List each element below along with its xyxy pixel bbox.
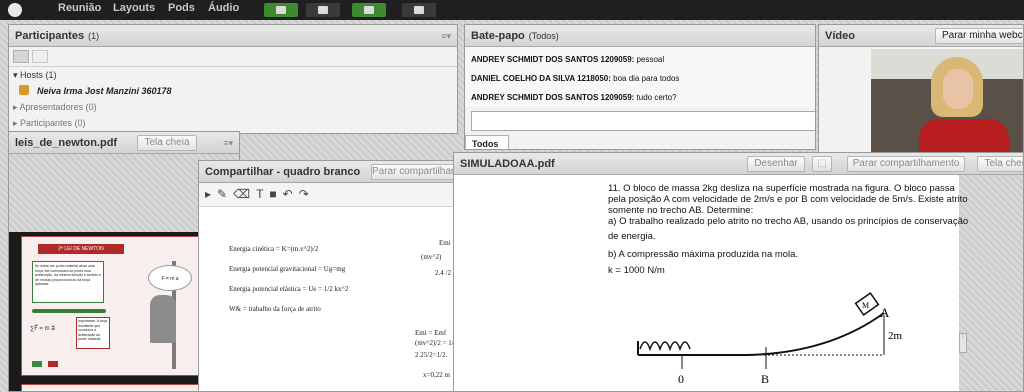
whiteboard-title: Compartilhar - quadro branco Parar compa… [199,161,459,183]
video-pod: Vídeo Parar minha webcam [818,24,1024,154]
attendee-view-icon[interactable] [32,50,49,63]
chat-title: Bate-papo (Todos) [465,25,815,47]
block-label: M [862,301,869,310]
microphone-button[interactable] [264,3,298,17]
stop-webcam-button[interactable]: Parar minha webcam [935,28,1023,44]
whiteboard-calc: 2.25/2=1/2. [415,351,448,359]
slide-formula: ∑F⃗ = m a⃗ [30,326,55,332]
menu-meeting[interactable]: Reunião [58,2,101,14]
chat-message: ANDREY SCHMIDT DOS SANTOS 1209059: pesso… [471,55,665,64]
chat-input[interactable] [471,111,815,131]
participants-pod: Participantes (1) ≡▾ ▾ Hosts (1) Neiva Ir… [8,24,458,134]
question-line: somente no trecho AB. Determine: [608,205,754,216]
slide-page: 2ª LEI DE NEWTON Se sobre um ponto mater… [21,236,201,376]
participants-toolbar [9,47,457,67]
newton-portrait-image [150,295,176,343]
whiteboard-line: Energia potencial elástica = Ue = 1/2 kx… [229,285,349,293]
question-line: a) O trabalho realizado pelo atrito no t… [608,216,969,227]
newton-options-icon[interactable]: ≡▾ [223,132,233,154]
whiteboard-stop-button[interactable]: Parar compartilhamento [371,164,459,180]
speaker-icon [318,6,328,14]
audio-button[interactable] [306,3,340,17]
select-tool-icon[interactable]: ▸ [205,187,217,201]
screen-icon [414,6,424,14]
simulado-stop-button[interactable]: Parar compartilhamento [847,156,965,172]
menu-audio[interactable]: Áudio [208,2,239,14]
question-line: b) A compressão máxima produzida na mola… [608,249,799,260]
whiteboard-line: Energia potencial gravitacional = Ug=mg [229,265,346,273]
whiteboard-calc: x=0,22 m [423,371,450,379]
slide-heading: 2ª LEI DE NEWTON [38,244,124,254]
slide-force-arrow [32,309,106,313]
slide-important-box: Importante: A força resultante que comun… [76,317,110,349]
video-title: Vídeo Parar minha webcam [819,25,1023,47]
pointer-icon: ⬚ [817,158,827,169]
point-b-label: B [761,372,769,386]
height-label: 2m [888,330,903,342]
simulado-page: 11. O bloco de massa 2kg desliza na supe… [454,175,968,391]
microphone-icon [276,6,286,14]
host-row[interactable]: Neiva Irma Jost Manzini 360178 [9,83,457,99]
presenters-group[interactable]: ▸ Apresentadores (0) [9,99,457,115]
question-line: pela posição A com velocidade de 2m/s e … [608,194,968,205]
menu-pods[interactable]: Pods [168,2,195,14]
eraser-tool-icon[interactable]: ⌫ [233,187,256,201]
redo-icon[interactable]: ↷ [299,187,315,201]
simulado-pdf-pod: SIMULADOAA.pdf Desenhar ⬚ Parar comparti… [453,152,1024,392]
slide-definition-box: Se sobre um ponto material atuar uma for… [32,261,104,303]
whiteboard-pod: Compartilhar - quadro branco Parar compa… [198,160,460,392]
simulado-fullscreen-button[interactable]: Tela cheia [977,156,1023,172]
host-icon [19,85,29,95]
pointer-button[interactable]: ⬚ [812,156,832,172]
newton-pdf-title: leis_de_newton.pdf Tela cheia ≡▾ [9,132,239,154]
slide-speech-balloon: F = m a [148,265,192,291]
whiteboard-calc: (mv^2)/2 = 1/2 [415,339,458,347]
whiteboard-calc: Emi = Emf [415,329,447,337]
chat-message: ANDREY SCHMIDT DOS SANTOS 1209059: tudo … [471,93,677,102]
app-logo [8,3,22,17]
pencil-tool-icon[interactable]: ✎ [217,187,233,201]
question-line: de energia. [608,231,656,242]
ramp-curve [747,312,885,356]
chat-tab-everyone[interactable]: Todos [465,135,509,149]
zero-label: 0 [678,372,684,386]
webcam-video [871,49,1023,153]
chat-message: DANIEL COELHO DA SILVA 1218050: boa dia … [471,74,680,83]
simulado-title: SIMULADOAA.pdf Desenhar ⬚ Parar comparti… [454,153,1023,175]
slide-nav-next[interactable] [48,361,58,367]
whiteboard-line: Energia cinética = K=(m.v^2)/2 [229,245,319,253]
whiteboard-toolbar: ▸✎⌫T■↶↷ [199,183,459,207]
menu-layouts[interactable]: Layouts [113,2,155,14]
list-view-icon[interactable] [13,50,29,63]
chat-messages: ANDREY SCHMIDT DOS SANTOS 1209059: pesso… [465,47,815,107]
chat-pod: Bate-papo (Todos) ANDREY SCHMIDT DOS SANT… [464,24,816,150]
participants-title: Participantes (1) ≡▾ [9,25,457,47]
slide-nav-prev[interactable] [32,361,42,367]
pod-options-icon[interactable]: ≡▾ [441,25,451,47]
participants-group[interactable]: ▸ Participantes (0) [9,115,457,131]
hosts-group[interactable]: ▾ Hosts (1) [9,67,457,83]
newton-fullscreen-button[interactable]: Tela cheia [137,135,197,151]
webcam-icon [364,6,374,14]
spring-shape [639,341,691,352]
share-screen-button[interactable] [402,3,436,17]
text-tool-icon[interactable]: T [256,187,269,201]
page-scrollbar[interactable]: : [959,333,967,353]
draw-button[interactable]: Desenhar [747,156,805,172]
whiteboard-line: W& = trabalho da força de atrito [229,305,321,313]
next-slide-page [21,384,201,391]
whiteboard-calc: (mv^2) [421,253,442,261]
top-menu-bar: Reunião Layouts Pods Áudio [0,0,1024,20]
undo-icon[interactable]: ↶ [283,187,299,201]
shape-tool-icon[interactable]: ■ [269,187,282,201]
physics-figure: M A 2m 0 B [637,292,903,386]
question-line: k = 1000 N/m [608,265,665,276]
webcam-button[interactable] [352,3,386,17]
question-line: 11. O bloco de massa 2kg desliza na supe… [608,183,955,194]
point-a-label: A [880,305,890,320]
